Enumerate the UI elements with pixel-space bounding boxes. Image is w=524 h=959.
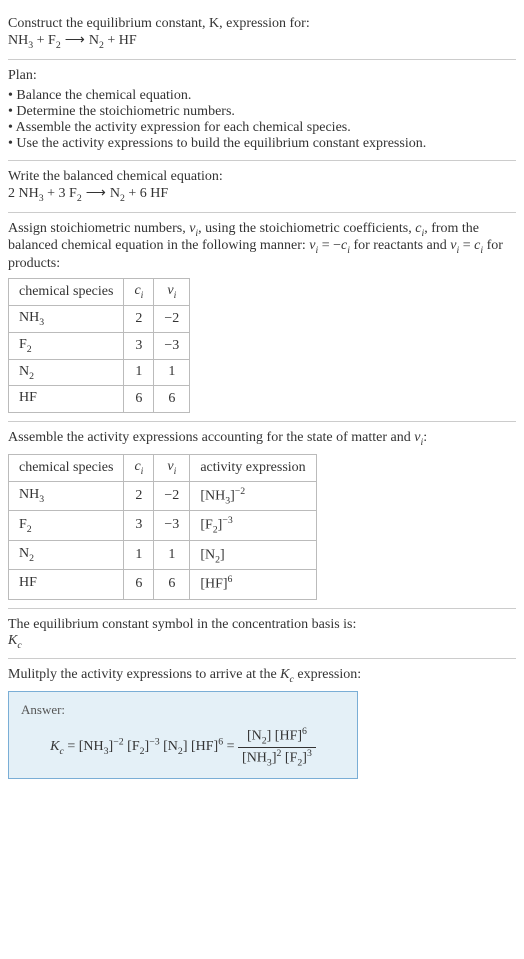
- plan-list: Balance the chemical equation. Determine…: [8, 88, 516, 152]
- col-nui: νi: [154, 279, 190, 306]
- balanced-equation: 2 NH3 + 3 F2 ⟶ N2 + 6 HF: [8, 185, 516, 204]
- plan-title: Plan:: [8, 68, 516, 84]
- table-row: F2 3 −3: [9, 332, 190, 359]
- balanced-section: Write the balanced chemical equation: 2 …: [8, 161, 516, 213]
- kc-symbol: Kc: [8, 633, 516, 651]
- table-header-row: chemical species ci νi: [9, 279, 190, 306]
- activity-section: Assemble the activity expressions accoun…: [8, 422, 516, 608]
- table-row: NH3 2 −2 [NH3]−2: [9, 481, 317, 510]
- col-species: chemical species: [9, 279, 124, 306]
- col-species: chemical species: [9, 454, 124, 481]
- plan-item: Balance the chemical equation.: [8, 88, 516, 104]
- kc-symbol-text: The equilibrium constant symbol in the c…: [8, 617, 516, 633]
- plan-item: Determine the stoichiometric numbers.: [8, 104, 516, 120]
- plan-section: Plan: Balance the chemical equation. Det…: [8, 60, 516, 161]
- activity-table: chemical species ci νi activity expressi…: [8, 454, 317, 600]
- prompt-text: Construct the equilibrium constant, K, e…: [8, 16, 310, 31]
- table-row: F2 3 −3 [F2]−3: [9, 511, 317, 540]
- table-header-row: chemical species ci νi activity expressi…: [9, 454, 317, 481]
- plan-item: Assemble the activity expression for eac…: [8, 120, 516, 136]
- stoich-section: Assign stoichiometric numbers, νi, using…: [8, 213, 516, 423]
- plan-item: Use the activity expressions to build th…: [8, 136, 516, 152]
- table-row: HF 6 6 [HF]6: [9, 570, 317, 599]
- table-row: NH3 2 −2: [9, 305, 190, 332]
- stoich-intro: Assign stoichiometric numbers, νi, using…: [8, 221, 516, 273]
- answer-section: Mulitply the activity expressions to arr…: [8, 659, 516, 787]
- answer-box: Answer: Kc = [NH3]−2 [F2]−3 [N2] [HF]6 =…: [8, 691, 358, 779]
- table-row: N2 1 1 [N2]: [9, 540, 317, 569]
- kc-fraction: [N2] [HF]6[NH3]2 [F2]3: [238, 726, 316, 768]
- answer-label: Answer:: [21, 702, 345, 718]
- col-activity: activity expression: [190, 454, 316, 481]
- col-ci: ci: [124, 454, 154, 481]
- prompt-line: Construct the equilibrium constant, K, e…: [8, 16, 516, 32]
- table-row: HF 6 6: [9, 386, 190, 413]
- activity-intro: Assemble the activity expressions accoun…: [8, 430, 516, 448]
- multiply-intro: Mulitply the activity expressions to arr…: [8, 667, 516, 685]
- reaction-arrow-icon: ⟶: [65, 32, 85, 49]
- reaction-arrow-icon: ⟶: [86, 185, 106, 202]
- kc-expression: Kc = [NH3]−2 [F2]−3 [N2] [HF]6 = [N2] [H…: [21, 726, 345, 768]
- unbalanced-equation: NH3 + F2 ⟶ N2 + HF: [8, 32, 516, 51]
- kc-symbol-section: The equilibrium constant symbol in the c…: [8, 609, 516, 660]
- col-ci: ci: [124, 279, 154, 306]
- balanced-title: Write the balanced chemical equation:: [8, 169, 516, 185]
- table-row: N2 1 1: [9, 359, 190, 386]
- col-nui: νi: [154, 454, 190, 481]
- prompt-section: Construct the equilibrium constant, K, e…: [8, 8, 516, 60]
- stoich-table: chemical species ci νi NH3 2 −2 F2 3 −3 …: [8, 278, 190, 413]
